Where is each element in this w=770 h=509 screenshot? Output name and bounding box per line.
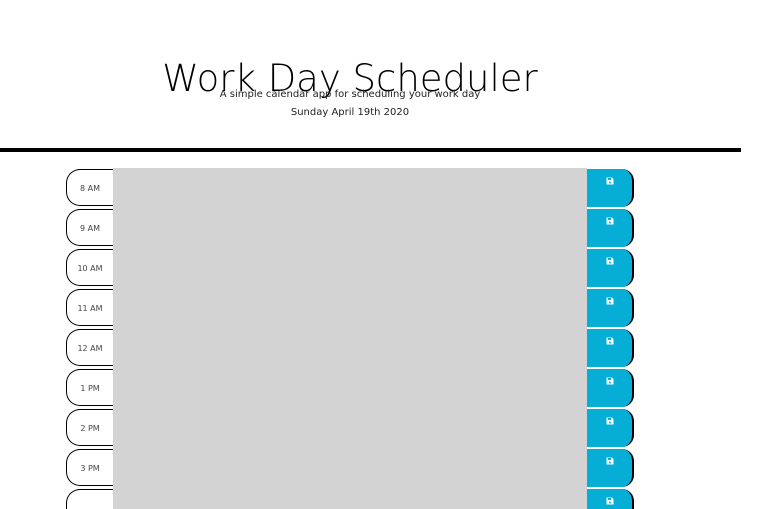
floppy-disk-icon [606,457,613,465]
hour-label: 11 AM [66,289,113,326]
save-button[interactable] [587,409,634,447]
event-textarea[interactable] [113,408,587,448]
floppy-disk-icon [606,177,613,185]
hour-label: 1 PM [66,369,113,406]
current-day: Sunday April 19th 2020 [290,107,410,118]
time-block-row: 3 PM [66,448,636,488]
save-button[interactable] [587,329,634,367]
save-button[interactable] [587,209,634,247]
event-textarea[interactable] [113,488,587,509]
time-block-row: 8 AM [66,168,636,208]
hour-label [66,489,113,509]
time-block-list: 8 AM 9 AM 10 AM 11 AM 12 AM 1 PM 2 PM 3 … [66,168,636,509]
floppy-disk-icon [606,257,613,265]
page-subtitle: A simple calendar app for scheduling you… [219,89,481,100]
save-button[interactable] [587,249,634,287]
floppy-disk-icon [606,497,613,505]
floppy-disk-icon [606,337,613,345]
hour-label: 10 AM [66,249,113,286]
time-block-row: 10 AM [66,248,636,288]
hour-label: 9 AM [66,209,113,246]
hour-label: 8 AM [66,169,113,206]
save-button[interactable] [587,489,634,509]
time-block-row: 12 AM [66,328,636,368]
time-block-row: 11 AM [66,288,636,328]
save-button[interactable] [587,289,634,327]
time-block-row: 2 PM [66,408,636,448]
hour-label: 3 PM [66,449,113,486]
event-textarea[interactable] [113,368,587,408]
hour-label: 2 PM [66,409,113,446]
floppy-disk-icon [606,417,613,425]
event-textarea[interactable] [113,248,587,288]
floppy-disk-icon [606,297,613,305]
save-button[interactable] [587,369,634,407]
save-button[interactable] [587,169,634,207]
time-block-row: 9 AM [66,208,636,248]
hour-label: 12 AM [66,329,113,366]
event-textarea[interactable] [113,328,587,368]
floppy-disk-icon [606,217,613,225]
event-textarea[interactable] [113,288,587,328]
event-textarea[interactable] [113,168,587,208]
event-textarea[interactable] [113,448,587,488]
header: Work Day Scheduler A simple calendar app… [0,0,741,152]
time-block-row [66,488,636,509]
event-textarea[interactable] [113,208,587,248]
save-button[interactable] [587,449,634,487]
time-block-row: 1 PM [66,368,636,408]
floppy-disk-icon [606,377,613,385]
